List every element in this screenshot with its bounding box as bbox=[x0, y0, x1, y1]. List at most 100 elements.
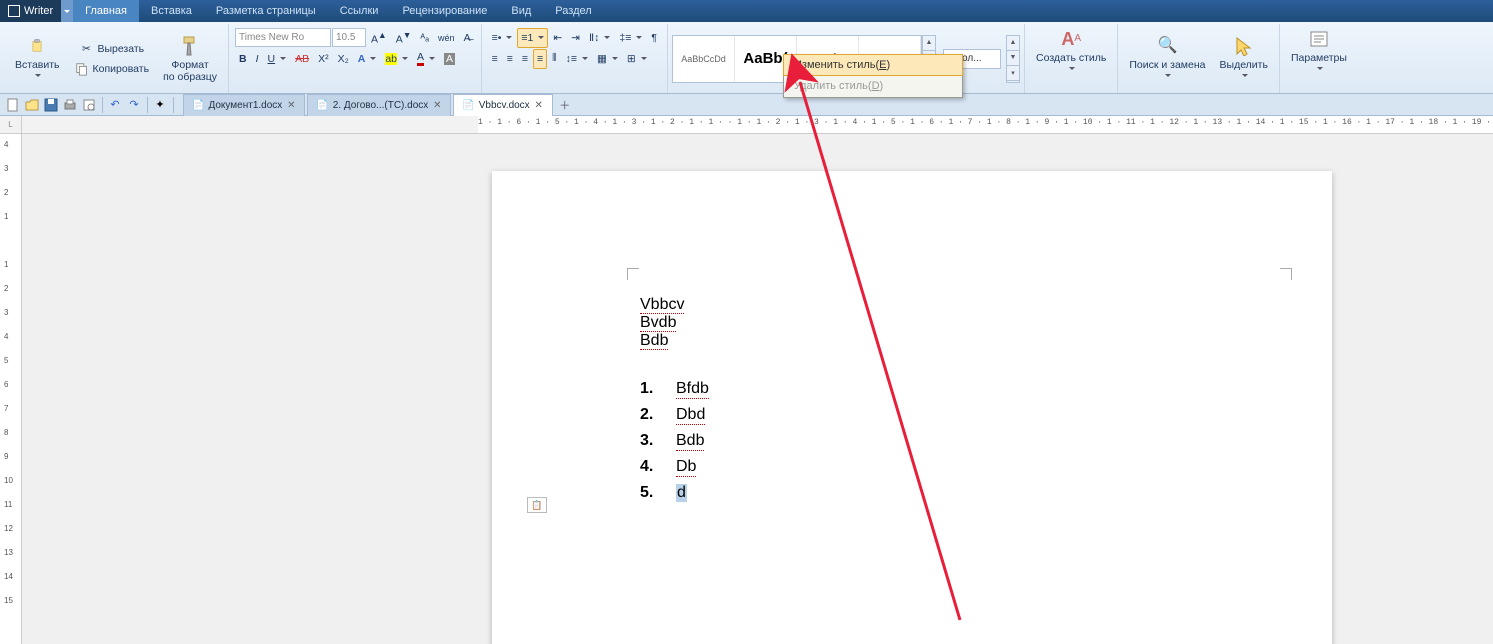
justify-button[interactable]: ≡ bbox=[533, 49, 547, 69]
paste-label: Вставить bbox=[15, 59, 60, 71]
line-spacing-button[interactable]: ↕≡ bbox=[562, 49, 592, 69]
text-effect-button[interactable]: A bbox=[354, 49, 381, 69]
margin-marker-tl bbox=[627, 268, 639, 280]
align-left-button[interactable]: ≡ bbox=[488, 49, 502, 69]
tab-doc2[interactable]: 📄 2. Догово...(ТС).docx ✕ bbox=[307, 94, 451, 116]
qa-open-button[interactable] bbox=[23, 96, 41, 114]
italic-icon: I bbox=[256, 53, 259, 65]
qa-new-button[interactable] bbox=[4, 96, 22, 114]
app-menu-dropdown[interactable] bbox=[61, 0, 73, 22]
list-item: 5.d bbox=[640, 484, 709, 510]
style-selector-scroll[interactable]: ▲ ▼ ▾ bbox=[1006, 35, 1020, 83]
dec-indent-button[interactable]: ⇤ bbox=[549, 28, 566, 48]
font-size-input[interactable]: 10.5 bbox=[332, 28, 366, 47]
tab-doc2-label: 2. Догово...(ТС).docx bbox=[333, 100, 429, 111]
shrink-font-button[interactable]: A▼ bbox=[392, 28, 416, 48]
align-center-button[interactable]: ≡ bbox=[503, 49, 517, 69]
style-up-icon[interactable]: ▲ bbox=[923, 36, 935, 51]
qa-redo-button[interactable]: ↷ bbox=[125, 96, 143, 114]
tab-add-button[interactable]: ＋ bbox=[555, 94, 575, 116]
document-content[interactable]: Vbbcv Bvdb Bdb 1.Bfdb 2.Dbd 3.Bdb 4.Db 5… bbox=[640, 296, 709, 510]
group-editing: 🔍 Поиск и замена Выделить bbox=[1118, 24, 1280, 93]
quick-access-row: ↶ ↷ ✦ 📄 Документ1.docx ✕ 📄 2. Догово...(… bbox=[0, 94, 1493, 116]
bold-button[interactable]: B bbox=[235, 49, 251, 69]
justify-icon: ≡ bbox=[537, 53, 543, 65]
numbered-list[interactable]: 1.Bfdb 2.Dbd 3.Bdb 4.Db 5.d bbox=[640, 380, 709, 510]
document-tabs: 📄 Документ1.docx ✕ 📄 2. Догово...(ТС).do… bbox=[183, 94, 575, 116]
group-create-style: AA Создать стиль bbox=[1025, 24, 1118, 93]
copy-button[interactable]: Копировать bbox=[70, 59, 154, 79]
text-direction-button[interactable]: Ⅱ↕ bbox=[585, 28, 614, 48]
create-style-button[interactable]: AA Создать стиль bbox=[1029, 24, 1113, 79]
horizontal-ruler[interactable]: 1 · 1 · 6 · 1 · 5 · 1 · 4 · 1 · 3 · 1 · … bbox=[478, 116, 1493, 133]
style-normal[interactable]: AaBbCcDd bbox=[673, 36, 735, 82]
select-button[interactable]: Выделить bbox=[1213, 24, 1275, 93]
menu-references[interactable]: Ссылки bbox=[328, 0, 391, 22]
line-spacing-top-button[interactable]: ‡≡ bbox=[615, 28, 646, 48]
document-canvas[interactable]: Vbbcv Bvdb Bdb 1.Bfdb 2.Dbd 3.Bdb 4.Db 5… bbox=[22, 134, 1493, 644]
italic-button[interactable]: I bbox=[252, 49, 263, 69]
font-color-button[interactable]: A bbox=[413, 49, 439, 69]
menu-view[interactable]: Вид bbox=[499, 0, 543, 22]
ruler-corner[interactable]: L bbox=[0, 116, 22, 133]
close-icon[interactable]: ✕ bbox=[432, 100, 442, 110]
find-replace-button[interactable]: 🔍 Поиск и замена bbox=[1122, 24, 1212, 93]
menu-page-layout[interactable]: Разметка страницы bbox=[204, 0, 328, 22]
tab-doc3[interactable]: 📄 Vbbcv.docx ✕ bbox=[453, 94, 552, 116]
paste-options-chip[interactable]: 📋 bbox=[527, 497, 547, 513]
menu-edit-style[interactable]: Изменить стиль(E) bbox=[783, 54, 963, 76]
options-button[interactable]: Параметры bbox=[1284, 24, 1354, 79]
qa-undo-button[interactable]: ↶ bbox=[106, 96, 124, 114]
sel-up-icon[interactable]: ▲ bbox=[1007, 36, 1019, 51]
sel-more-icon[interactable]: ▾ bbox=[1007, 66, 1019, 81]
text-line[interactable]: Vbbcv bbox=[640, 296, 684, 314]
menu-review[interactable]: Рецензирование bbox=[390, 0, 499, 22]
tab-doc1[interactable]: 📄 Документ1.docx ✕ bbox=[183, 94, 305, 116]
menu-home[interactable]: Главная bbox=[73, 0, 139, 22]
app-logo[interactable]: Writer bbox=[0, 0, 61, 22]
menu-insert[interactable]: Вставка bbox=[139, 0, 204, 22]
format-painter-button[interactable]: Формат по образцу bbox=[156, 24, 224, 93]
qa-print-button[interactable] bbox=[61, 96, 79, 114]
distribute-button[interactable]: ⫴ bbox=[548, 49, 560, 69]
sel-down-icon[interactable]: ▼ bbox=[1007, 51, 1019, 66]
group-clipboard: Вставить ✂ Вырезать Копировать Фор bbox=[4, 24, 229, 93]
subscript-button[interactable]: X₂ bbox=[334, 49, 353, 69]
cut-button[interactable]: ✂ Вырезать bbox=[74, 39, 148, 59]
char-shading-button[interactable]: A bbox=[440, 49, 459, 69]
qa-format-painter-button[interactable]: ✦ bbox=[151, 96, 169, 114]
phonetic-guide-button[interactable]: wén bbox=[434, 28, 459, 48]
group-font: Times New Ro 10.5 A▲ A▼ ᴬₐ wén A̶ B I U … bbox=[229, 24, 482, 93]
titlebar: Writer Главная Вставка Разметка страницы… bbox=[0, 0, 1493, 22]
numbering-button[interactable]: ≡1 bbox=[517, 28, 548, 48]
superscript-icon: X² bbox=[318, 53, 329, 65]
text-line[interactable]: Bdb bbox=[640, 332, 668, 350]
bullets-button[interactable]: ≡• bbox=[488, 28, 517, 48]
close-icon[interactable]: ✕ bbox=[534, 100, 544, 110]
font-name-input[interactable]: Times New Ro bbox=[235, 28, 331, 47]
text-line[interactable]: Bvdb bbox=[640, 314, 676, 332]
grow-font-button[interactable]: A▲ bbox=[367, 28, 391, 48]
close-icon[interactable]: ✕ bbox=[286, 100, 296, 110]
superscript-button[interactable]: X² bbox=[314, 49, 333, 69]
shading-button[interactable]: ▦ bbox=[593, 49, 622, 69]
list-item: 2.Dbd bbox=[640, 406, 709, 432]
para-marks-button[interactable]: ¶ bbox=[647, 28, 661, 48]
page[interactable]: Vbbcv Bvdb Bdb 1.Bfdb 2.Dbd 3.Bdb 4.Db 5… bbox=[492, 171, 1332, 644]
change-case-button[interactable]: ᴬₐ bbox=[416, 28, 433, 48]
strike-button[interactable]: AB bbox=[291, 49, 313, 69]
qa-save-button[interactable] bbox=[42, 96, 60, 114]
clear-format-button[interactable]: A̶ bbox=[460, 28, 475, 48]
borders-button[interactable]: ⊞ bbox=[623, 49, 651, 69]
shading-icon: ▦ bbox=[597, 53, 607, 65]
align-right-button[interactable]: ≡ bbox=[518, 49, 532, 69]
highlight-button[interactable]: ab bbox=[381, 49, 412, 69]
qa-preview-button[interactable] bbox=[80, 96, 98, 114]
inc-indent-button[interactable]: ⇥ bbox=[567, 28, 584, 48]
scissors-icon: ✂ bbox=[78, 41, 94, 57]
cursor-icon bbox=[1230, 34, 1258, 58]
paste-button[interactable]: Вставить bbox=[8, 24, 67, 93]
vertical-ruler[interactable]: 4 3 2 1 1 2 3 4 5 6 7 8 9 10 11 12 13 14… bbox=[0, 134, 22, 644]
menu-section[interactable]: Раздел bbox=[543, 0, 603, 22]
underline-button[interactable]: U bbox=[264, 49, 291, 69]
